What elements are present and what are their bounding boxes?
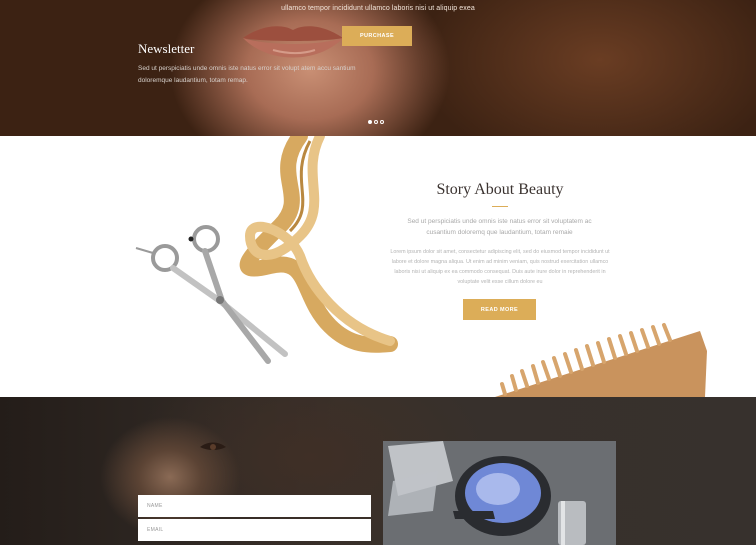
slider-dot-3[interactable] [380, 120, 384, 124]
newsletter-section [0, 397, 756, 545]
comb-icon [495, 323, 707, 397]
name-field[interactable]: NAME [138, 495, 371, 517]
slider-dot-2[interactable] [374, 120, 378, 124]
hair-dye-image [383, 441, 616, 545]
story-lead-text: Sed ut perspiciatis unde omnis iste natu… [407, 218, 592, 236]
hero-lips-image [243, 26, 343, 58]
story-title: Story About Beauty [436, 181, 564, 198]
purchase-button[interactable]: PURCHASE [342, 26, 412, 46]
dye-bowl-icon [383, 441, 616, 545]
story-body-text: Lorem ipsum dolor sit amet, consectetur … [390, 249, 610, 285]
eye-icon [200, 442, 226, 450]
newsletter-description: Sed ut perspiciatis unde omnis iste natu… [138, 65, 356, 84]
slider-dots [368, 120, 384, 124]
read-more-button[interactable]: READ MORE [463, 299, 536, 320]
hero-text: ullamco tempor incididunt ullamco labori… [281, 5, 475, 12]
story-illustration [135, 136, 707, 397]
slider-dot-1[interactable] [368, 120, 372, 124]
story-section: Story About Beauty Sed ut perspiciatis u… [0, 136, 756, 397]
newsletter-title: Newsletter [138, 41, 195, 56]
hero-slider: ullamco tempor incididunt ullamco labori… [0, 0, 756, 136]
hair-knot-icon [239, 136, 398, 353]
title-divider [492, 206, 508, 207]
email-field[interactable]: EMAIL [138, 519, 371, 541]
